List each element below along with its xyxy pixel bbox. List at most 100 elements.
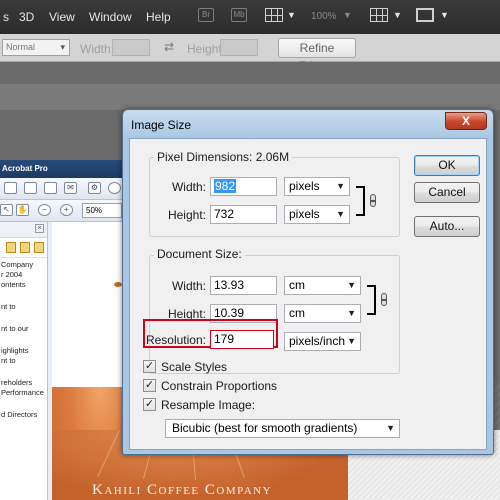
select-icon[interactable]: ↖ xyxy=(0,204,13,216)
dialog-body: Pixel Dimensions: 2.06M Width: 982 pixel… xyxy=(129,138,487,450)
menu-item-view[interactable]: View xyxy=(49,10,75,24)
bookmarks-panel: × Company r 2004 ontents nt to nt to our ighl… xyxy=(0,222,48,500)
bookmark-item xyxy=(1,290,47,302)
pixel-width-input[interactable]: 982 xyxy=(210,177,277,196)
chevron-down-icon: ▼ xyxy=(347,308,356,318)
resolution-input[interactable]: 179 xyxy=(210,330,274,349)
pixel-height-input[interactable]: 732 xyxy=(210,205,277,224)
refine-edge-button[interactable]: Refine Edge... xyxy=(278,38,356,73)
pixel-width-unit-select[interactable]: pixels ▼ xyxy=(284,177,350,196)
chevron-down-icon: ▼ xyxy=(347,280,356,290)
chevron-down-icon: ▼ xyxy=(336,209,345,219)
style-select[interactable]: Normal xyxy=(2,39,70,56)
comment-icon[interactable] xyxy=(108,182,121,194)
chevron-down-icon: ▼ xyxy=(336,181,345,191)
pixel-height-unit-select[interactable]: pixels ▼ xyxy=(284,205,350,224)
bookmark-item xyxy=(1,334,47,346)
resolution-label: Resolution: xyxy=(145,333,206,347)
bookmark-item[interactable]: ighlights xyxy=(1,346,47,356)
view-extras-icon[interactable] xyxy=(265,8,283,22)
menu-item-3d[interactable]: 3D xyxy=(19,10,34,24)
hand-icon[interactable]: ✋ xyxy=(16,204,29,216)
doc-width-label: Width: xyxy=(171,279,206,293)
width-input[interactable] xyxy=(112,39,150,56)
arrange-documents-icon[interactable] xyxy=(370,8,388,22)
resample-method-select[interactable]: Bicubic (best for smooth gradients) ▼ xyxy=(165,419,400,438)
bookmark-icon[interactable] xyxy=(6,242,16,253)
settings-icon[interactable]: ⚙ xyxy=(88,182,101,194)
resample-image-label[interactable]: Resample Image: xyxy=(161,398,255,412)
bookmark-item xyxy=(1,366,47,378)
create-icon[interactable] xyxy=(4,182,17,194)
bookmark-item[interactable]: ontents xyxy=(1,280,47,290)
auto-button[interactable]: Auto... xyxy=(414,216,480,237)
bookmark-item[interactable]: nt to xyxy=(1,302,47,312)
pixel-dimensions-label: Pixel Dimensions: 2.06M xyxy=(154,150,293,164)
acrobat-navigation-toolbar: ↖ ✋ − + 50% xyxy=(0,200,131,222)
pixel-link-bracket xyxy=(356,186,365,216)
bookmarks-list: Company r 2004 ontents nt to nt to our ighlig… xyxy=(0,258,47,420)
bookmark-item[interactable]: d Directors xyxy=(1,410,47,420)
ok-button[interactable]: OK xyxy=(414,155,480,176)
bookmarks-tools xyxy=(0,238,47,258)
pixel-width-label: Width: xyxy=(171,180,206,194)
panel-strip xyxy=(0,84,500,110)
menu-bar: s 3D View Window Help Br Mb ▼ 100% ▼ ▼ ▼ xyxy=(0,0,500,34)
doc-width-unit-select[interactable]: cm ▼ xyxy=(284,276,361,295)
chevron-down-icon: ▼ xyxy=(386,423,395,433)
height-input[interactable] xyxy=(220,39,258,56)
bookmark-item[interactable]: Performance xyxy=(1,388,47,398)
bookmark-item[interactable]: nt to xyxy=(1,356,47,366)
company-name: Kahili Coffee Company xyxy=(92,482,273,498)
doc-link-bracket xyxy=(367,285,376,315)
acrobat-toolbar: ✉ ⚙ xyxy=(0,178,131,200)
bookmark-item[interactable]: r 2004 xyxy=(1,270,47,280)
menu-item-select[interactable]: s xyxy=(3,10,9,24)
bookmark-item[interactable]: nt to our xyxy=(1,324,47,334)
chevron-down-icon[interactable]: ▼ xyxy=(393,10,402,20)
resolution-unit-select[interactable]: pixels/inch ▼ xyxy=(284,332,361,351)
constrain-proportions-checkbox[interactable]: ✓ xyxy=(143,379,156,392)
acrobat-title: Acrobat Pro xyxy=(0,160,131,178)
zoom-in-icon[interactable]: + xyxy=(60,204,73,216)
zoom-level[interactable]: 100% xyxy=(311,11,337,22)
pixel-height-label: Height: xyxy=(167,208,206,222)
screen-mode-icon[interactable] xyxy=(416,8,434,22)
width-label: Width: xyxy=(80,42,115,56)
acrobat-zoom-select[interactable]: 50% xyxy=(82,203,122,218)
cancel-button[interactable]: Cancel xyxy=(414,182,480,203)
bookmark-item[interactable]: Company xyxy=(1,260,47,270)
menu-item-help[interactable]: Help xyxy=(146,10,171,24)
constrain-proportions-label[interactable]: Constrain Proportions xyxy=(161,379,277,393)
resample-image-checkbox[interactable]: ✓ xyxy=(143,398,156,411)
chevron-down-icon[interactable]: ▼ xyxy=(287,10,296,20)
menu-item-window[interactable]: Window xyxy=(89,10,132,24)
close-button[interactable]: X xyxy=(445,112,487,130)
print-icon[interactable] xyxy=(44,182,57,194)
chevron-down-icon[interactable]: ▼ xyxy=(440,10,449,20)
bridge-icon[interactable]: Br xyxy=(198,8,214,22)
close-icon[interactable]: × xyxy=(35,224,44,233)
doc-height-unit-select[interactable]: cm ▼ xyxy=(284,304,361,323)
image-size-dialog: Image Size X Pixel Dimensions: 2.06M Wid… xyxy=(122,109,494,455)
options-bar: Normal Width: ⇄ Height: Refine Edge... xyxy=(0,34,500,73)
scale-styles-label[interactable]: Scale Styles xyxy=(161,360,227,374)
document-size-label: Document Size: xyxy=(154,247,245,261)
bookmark-icon[interactable] xyxy=(20,242,30,253)
scale-styles-checkbox[interactable]: ✓ xyxy=(143,360,156,373)
link-icon xyxy=(381,293,387,306)
bookmark-icon[interactable] xyxy=(34,242,44,253)
bookmark-item xyxy=(1,398,47,410)
mini-bridge-icon[interactable]: Mb xyxy=(231,8,247,22)
save-icon[interactable] xyxy=(24,182,37,194)
email-icon[interactable]: ✉ xyxy=(64,182,77,194)
doc-width-input[interactable]: 13.93 xyxy=(210,276,277,295)
zoom-out-icon[interactable]: − xyxy=(38,204,51,216)
swap-icon[interactable]: ⇄ xyxy=(164,40,174,54)
link-icon xyxy=(370,194,376,207)
chevron-down-icon: ▼ xyxy=(347,336,356,346)
bookmark-item[interactable]: reholders xyxy=(1,378,47,388)
bookmarks-header: × xyxy=(0,222,47,238)
bookmark-item xyxy=(1,312,47,324)
chevron-down-icon: ▼ xyxy=(343,10,352,20)
